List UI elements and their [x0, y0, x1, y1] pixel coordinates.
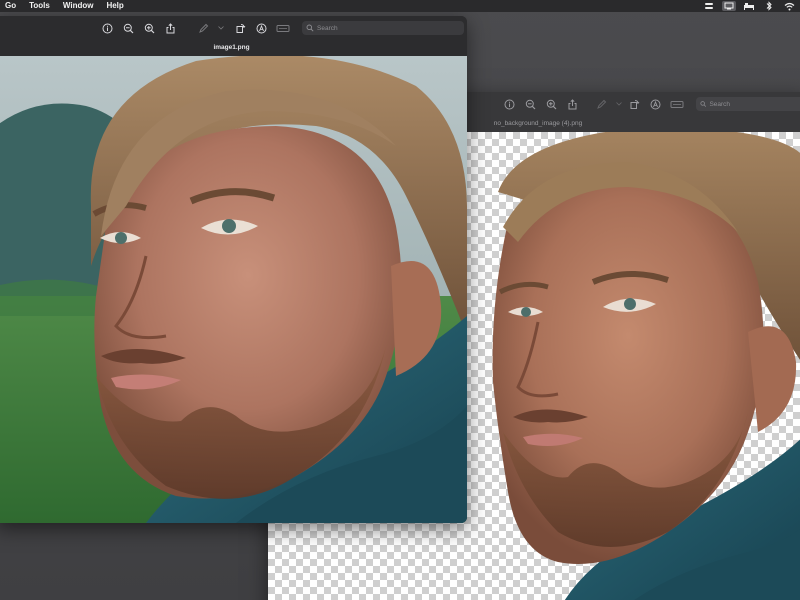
window-title: image1.png	[0, 40, 467, 56]
search-icon	[306, 24, 314, 32]
menu-help[interactable]: Help	[106, 0, 123, 12]
menu-tools[interactable]: Tools	[29, 0, 50, 12]
zoom-in-icon[interactable]	[544, 97, 558, 111]
search-field[interactable]	[696, 97, 800, 111]
markup-pen-icon[interactable]	[196, 21, 210, 35]
menu-go[interactable]: Go	[5, 0, 16, 12]
zoom-out-icon[interactable]	[523, 97, 537, 111]
launcher-icon[interactable]	[702, 1, 716, 11]
share-icon[interactable]	[565, 97, 579, 111]
toolbar	[0, 16, 467, 40]
display-icon[interactable]	[722, 1, 736, 11]
bluetooth-icon[interactable]	[762, 1, 776, 11]
redact-box-icon[interactable]	[669, 97, 685, 111]
preview-window-original[interactable]: image1.png	[0, 16, 467, 523]
bed-icon[interactable]	[742, 1, 756, 11]
info-icon[interactable]	[502, 97, 516, 111]
search-input[interactable]	[706, 100, 800, 108]
chevron-down-icon[interactable]	[217, 21, 225, 35]
markup-pen-icon[interactable]	[594, 97, 608, 111]
menu-window[interactable]: Window	[63, 0, 94, 12]
chevron-down-icon[interactable]	[615, 97, 623, 111]
search-input[interactable]	[314, 24, 437, 32]
zoom-out-icon[interactable]	[121, 21, 135, 35]
image-canvas	[0, 56, 467, 523]
status-area	[696, 0, 796, 12]
desktop: Go Tools Window Help Search no_backgroun…	[0, 0, 800, 600]
search-field[interactable]	[302, 21, 464, 35]
markup-circle-icon[interactable]	[648, 97, 662, 111]
rotate-icon[interactable]	[627, 97, 641, 111]
redact-box-icon[interactable]	[275, 21, 291, 35]
wifi-icon[interactable]	[782, 1, 796, 11]
share-icon[interactable]	[163, 21, 177, 35]
info-icon[interactable]	[100, 21, 114, 35]
portrait-original-image	[0, 56, 467, 523]
markup-circle-icon[interactable]	[254, 21, 268, 35]
rotate-icon[interactable]	[233, 21, 247, 35]
menu-bar: Go Tools Window Help	[0, 0, 800, 12]
zoom-in-icon[interactable]	[142, 21, 156, 35]
